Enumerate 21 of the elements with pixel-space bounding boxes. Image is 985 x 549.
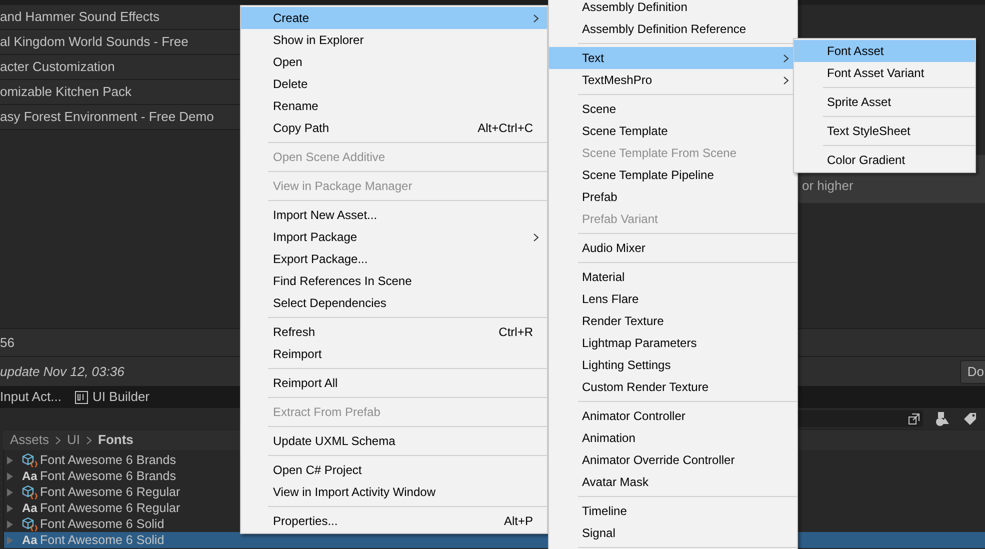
asset-label: Font Awesome 6 Brands bbox=[40, 452, 176, 469]
tab-label: UI Builder bbox=[92, 388, 150, 406]
asset-label: Font Awesome 6 Regular bbox=[40, 500, 180, 517]
font-icon: Aa bbox=[22, 531, 38, 549]
requirement-text: or higher bbox=[802, 177, 854, 196]
menu-item: View in Package Manager bbox=[272, 178, 414, 195]
font-icon: Aa bbox=[22, 499, 38, 517]
asset-label: Font Awesome 6 Brands bbox=[40, 468, 176, 485]
count-text: 56 bbox=[0, 334, 14, 352]
update-text: update Nov 12, 03:36 bbox=[0, 362, 124, 381]
shortcut-text: Ctrl+R bbox=[498, 324, 533, 341]
menu-item: Scene Template From Scene bbox=[581, 145, 738, 162]
shortcut-text: Alt+Ctrl+C bbox=[478, 120, 533, 137]
menu-item: Prefab Variant bbox=[581, 211, 659, 228]
font-icon: Aa bbox=[22, 467, 38, 485]
asset-label: Font Awesome 6 Solid bbox=[40, 516, 164, 533]
asset-label: Font Awesome 6 Solid bbox=[40, 532, 164, 549]
asset-label: Font Awesome 6 Regular bbox=[40, 484, 180, 501]
menu-item: Open Scene Additive bbox=[272, 149, 386, 166]
shortcut-text: Alt+P bbox=[504, 513, 533, 530]
menu-item: Extract From Prefab bbox=[272, 404, 382, 421]
